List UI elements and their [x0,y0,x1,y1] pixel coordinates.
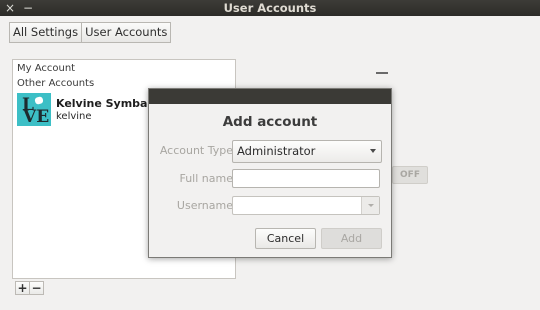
chevron-down-icon [370,149,376,153]
full-name-label: Full name [179,172,233,185]
dialog-heading: Add account [222,114,318,130]
heart-icon [34,96,44,105]
username-dropdown-button[interactable] [361,197,379,214]
minus-icon [376,72,388,74]
other-accounts-heading: Other Accounts [17,78,95,89]
cancel-button[interactable]: Cancel [255,228,316,249]
window-title: User Accounts [223,1,317,15]
remove-user-button[interactable]: − [29,281,44,295]
avatar: L VE [17,93,51,126]
username-combo[interactable] [232,196,380,215]
add-user-button[interactable]: + [15,281,30,295]
my-account-heading: My Account [17,63,76,74]
avatar-letter-bottom: VE [23,107,50,126]
window-titlebar: × − User Accounts [0,0,540,16]
add-account-dialog: Add account Account Type Administrator F… [148,88,392,258]
breadcrumb: All Settings User Accounts [9,22,172,43]
chevron-down-icon [368,204,374,207]
username-label: Username [176,199,233,212]
account-type-value: Administrator [237,144,316,158]
account-type-select[interactable]: Administrator [232,140,382,163]
account-username: kelvine [56,111,92,122]
breadcrumb-all-settings[interactable]: All Settings [9,22,83,43]
add-button[interactable]: Add [321,228,382,249]
auto-login-toggle[interactable]: OFF [392,166,428,184]
dialog-titlebar [149,89,391,104]
breadcrumb-user-accounts[interactable]: User Accounts [82,22,172,43]
account-type-label: Account Type [159,144,233,157]
full-name-field[interactable] [232,169,380,188]
